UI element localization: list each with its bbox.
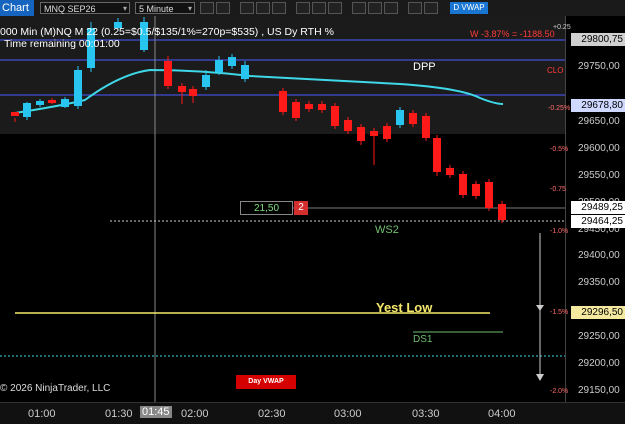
toolbar-button[interactable] xyxy=(384,2,398,14)
price-tick-label: 29200,00 xyxy=(578,358,620,369)
bear-candle xyxy=(279,91,287,112)
toolbar-button[interactable] xyxy=(240,2,254,14)
toolbar-button[interactable] xyxy=(368,2,382,14)
close-label: CLO xyxy=(547,66,564,75)
ds1-label: DS1 xyxy=(413,334,433,345)
toolbar-button[interactable] xyxy=(296,2,310,14)
toolbar-button[interactable] xyxy=(272,2,286,14)
bear-candle xyxy=(370,131,378,136)
time-tick-label: 03:00 xyxy=(334,408,362,420)
vwap-curve xyxy=(14,68,504,114)
chart-toolbar: Chart MNQ SEP26 ▾ 5 Minute ▾ D VWAP xyxy=(0,0,625,17)
chevron-down-icon: ▾ xyxy=(122,4,127,13)
price-tick-label: 29550,00 xyxy=(578,170,620,181)
price-tick-label: 29600,00 xyxy=(578,143,620,154)
toolbar-button[interactable] xyxy=(256,2,270,14)
bull-candle xyxy=(241,65,249,79)
toolbar-button[interactable] xyxy=(200,2,214,14)
bear-candle xyxy=(344,120,352,131)
toolbar-button[interactable] xyxy=(328,2,342,14)
pct-label: -1.5% xyxy=(550,309,569,316)
bear-candle xyxy=(498,204,506,220)
interval-value: 5 Minute xyxy=(139,4,174,14)
instrument-select[interactable]: MNQ SEP26 ▾ xyxy=(40,2,130,14)
bear-candle xyxy=(422,116,430,138)
price-tick-label: 29650,00 xyxy=(578,116,620,127)
pct-label: -1.0% xyxy=(550,228,569,235)
bear-candle xyxy=(164,61,172,86)
pct-top: +0.25 xyxy=(553,24,571,31)
bear-candle xyxy=(409,113,417,124)
chart-tab[interactable]: Chart xyxy=(0,0,34,16)
arrow-down-icon xyxy=(536,305,544,311)
time-axis[interactable] xyxy=(0,402,625,424)
price-tick-label: 29750,00 xyxy=(578,61,620,72)
toolbar-button[interactable] xyxy=(216,2,230,14)
bull-candle xyxy=(74,70,82,106)
dpp-label: DPP xyxy=(413,61,436,73)
time-tick-label: 01:30 xyxy=(105,408,133,420)
bear-candle xyxy=(459,174,467,195)
bear-candle xyxy=(11,112,19,116)
bull-candle xyxy=(228,57,236,66)
bear-candle xyxy=(292,102,300,118)
time-tick-label-highlight: 01:45 xyxy=(140,406,172,418)
price-marker: 29489,25 xyxy=(571,201,625,214)
bear-candle xyxy=(383,126,391,139)
bear-candle xyxy=(178,86,186,92)
bear-candle xyxy=(305,104,313,109)
price-tick-label: 29400,00 xyxy=(578,250,620,261)
time-tick-label: 04:00 xyxy=(488,408,516,420)
vwap-button[interactable]: D VWAP xyxy=(450,2,488,14)
chart-header-line: 000 Min (M)NQ M 22 (0.25=$0.5/$135/1%=27… xyxy=(0,26,334,38)
price-tick-label: 29150,00 xyxy=(578,385,620,396)
bear-candle xyxy=(446,168,454,175)
order-count-badge[interactable]: 2 xyxy=(294,201,308,215)
price-tick-label: 29250,00 xyxy=(578,331,620,342)
time-tick-label: 03:30 xyxy=(412,408,440,420)
chevron-down-icon: ▾ xyxy=(187,4,192,13)
bull-candle xyxy=(23,103,31,117)
yest-low-label: Yest Low xyxy=(376,300,433,315)
pct-label: -0.75 xyxy=(550,186,566,193)
price-marker: 29464,25 xyxy=(571,215,625,228)
bull-candle xyxy=(61,99,69,107)
time-tick-label: 02:30 xyxy=(258,408,286,420)
copyright: © 2026 NinjaTrader, LLC xyxy=(0,383,111,394)
bear-candle xyxy=(472,184,480,196)
arrow-down-icon xyxy=(536,374,544,381)
toolbar-button[interactable] xyxy=(312,2,326,14)
bear-candle xyxy=(485,182,493,208)
time-tick-label: 02:00 xyxy=(181,408,209,420)
bear-candle xyxy=(433,138,441,172)
bear-candle xyxy=(189,89,197,96)
change-stat: W -3.87% = -1188.50 xyxy=(470,29,555,39)
instrument-value: MNQ SEP26 xyxy=(44,4,96,14)
pct-label: -0.5% xyxy=(550,146,569,153)
bull-candle xyxy=(202,75,210,87)
interval-select[interactable]: 5 Minute ▾ xyxy=(135,2,195,14)
pct-label: -0.25% xyxy=(548,105,571,112)
price-tick-label: 29350,00 xyxy=(578,277,620,288)
price-marker: 29678,80 xyxy=(571,99,625,112)
bear-candle xyxy=(318,104,326,110)
day-vwap-button[interactable]: Day VWAP xyxy=(236,375,296,389)
toolbar-button[interactable] xyxy=(352,2,366,14)
toolbar-button[interactable] xyxy=(424,2,438,14)
bull-candle xyxy=(396,110,404,125)
bear-candle xyxy=(48,100,56,103)
pct-label: -2.0% xyxy=(550,388,569,395)
price-marker: 29800,75 xyxy=(571,33,625,46)
time-remaining: Time remaining 00:01:00 xyxy=(4,38,120,50)
bull-candle xyxy=(36,101,44,105)
bear-candle xyxy=(331,106,339,126)
time-tick-label: 01:00 xyxy=(28,408,56,420)
bear-candle xyxy=(357,127,365,141)
ws2-label: WS2 xyxy=(375,224,399,236)
toolbar-button[interactable] xyxy=(408,2,422,14)
bull-candle xyxy=(215,60,223,72)
order-quantity-box[interactable]: 21,50 xyxy=(240,201,293,215)
price-marker: 29296,50 xyxy=(571,306,625,319)
